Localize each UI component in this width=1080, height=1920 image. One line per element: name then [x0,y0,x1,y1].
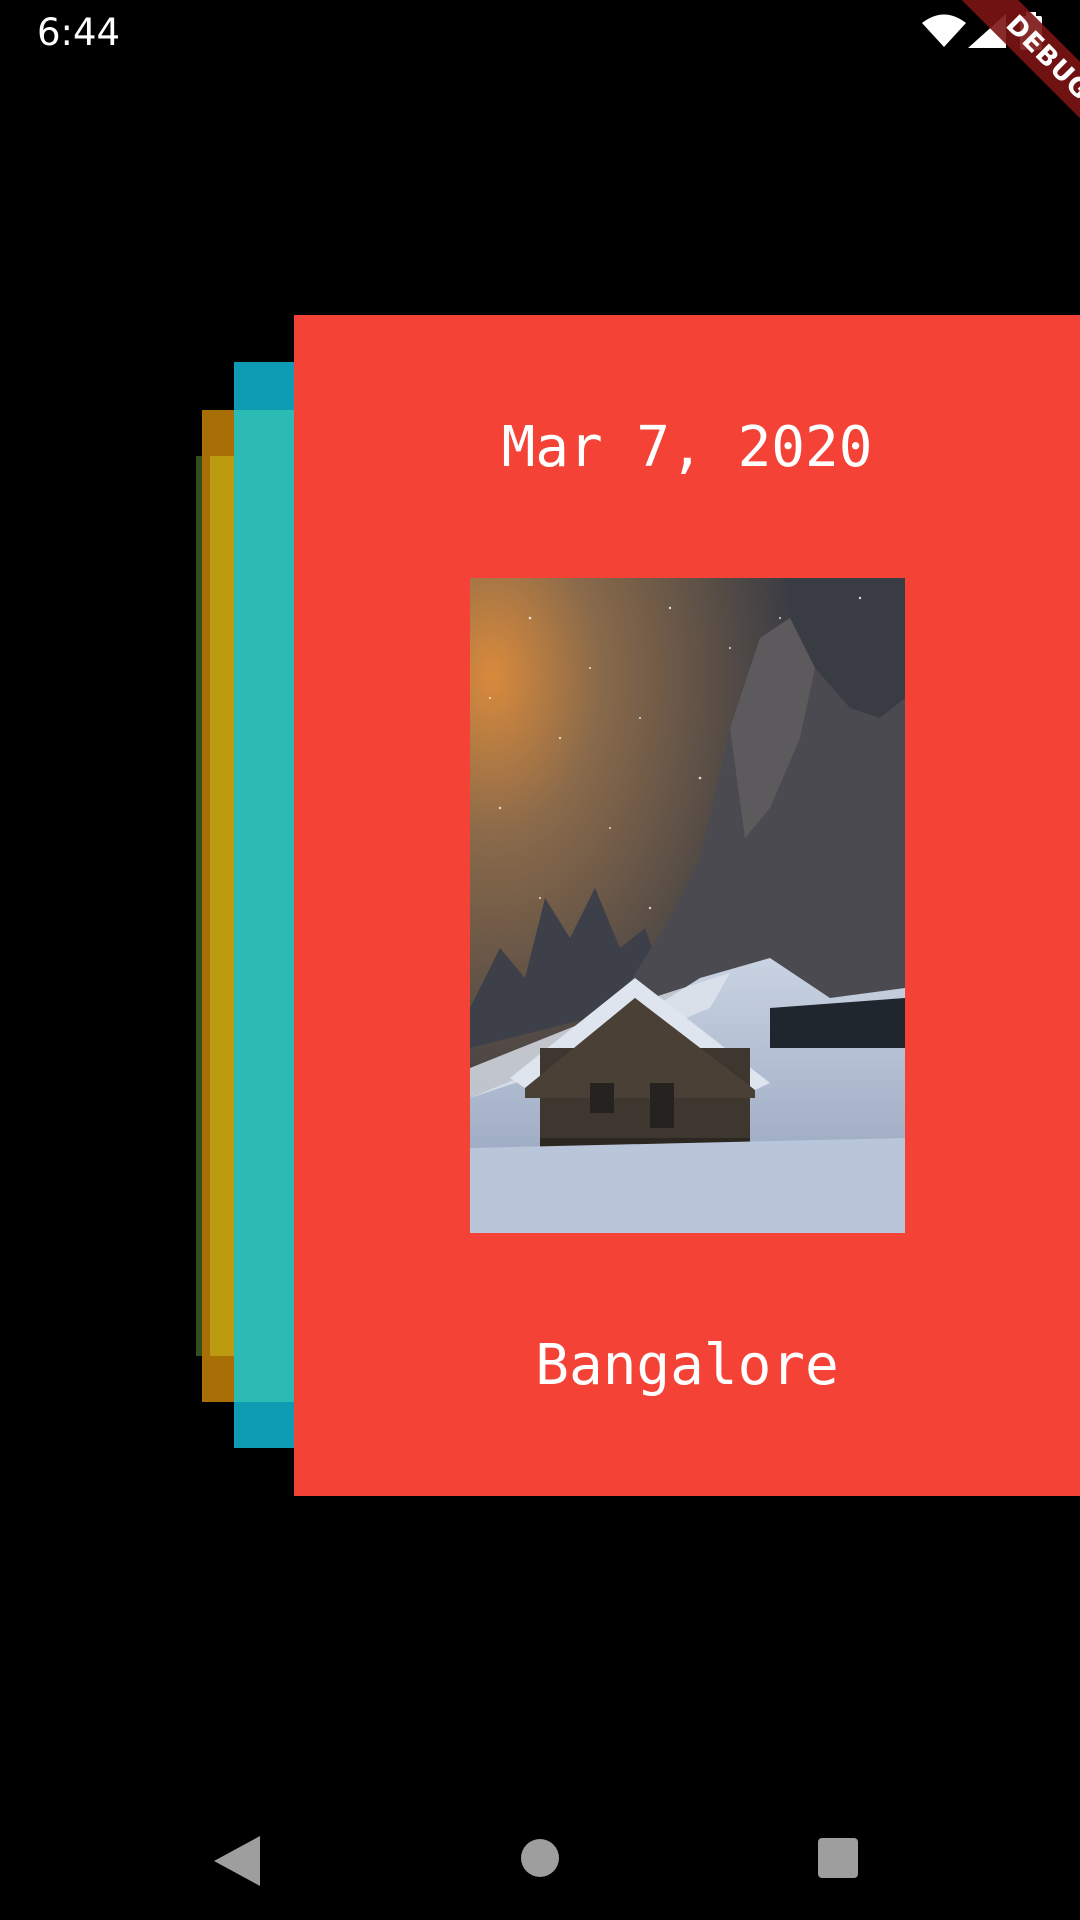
home-icon[interactable] [520,1838,560,1878]
card-date: Mar 7, 2020 [501,415,873,480]
debug-banner: DEBUG [948,0,1080,145]
screen: 6:44 DEBUG Mar 7, 2020 Bangalore [0,0,1080,1920]
mountain-cabin-photo [470,578,905,1233]
recents-icon[interactable] [818,1838,858,1878]
stacked-card-teal-overlay [234,410,294,1402]
back-icon[interactable] [214,1836,260,1886]
card-city: Bangalore [535,1333,839,1398]
status-time: 6:44 [37,11,121,54]
debug-banner-label: DEBUG [948,0,1080,145]
